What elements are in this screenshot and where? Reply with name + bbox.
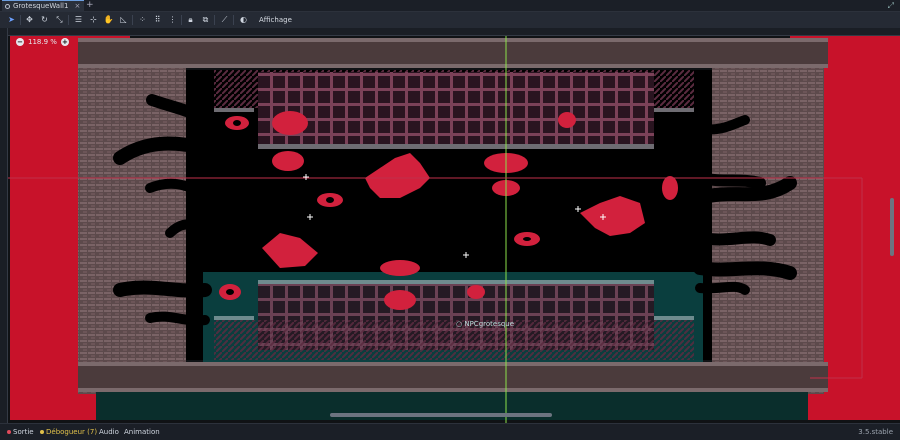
tab-label: GrotesqueWall1 [13, 2, 69, 10]
view-menu[interactable]: Affichage [255, 12, 296, 28]
toolbar-separator [132, 15, 133, 25]
skeleton-icon[interactable]: ⟋ [219, 14, 230, 25]
snap-options-icon[interactable]: ⠿ [152, 14, 163, 25]
camera-override-icon[interactable]: ◐ [238, 14, 249, 25]
rotate-tool-icon[interactable]: ↻ [39, 14, 50, 25]
lock-icon[interactable]: 🔒︎ [185, 14, 196, 25]
scene-canvas [0, 28, 900, 423]
bottom-panel-bar: Sortie Débogueur (7) Audio Animation 3.5… [0, 423, 900, 440]
select-tool-icon[interactable]: ➤ [6, 14, 17, 25]
scene-unsaved-dot-icon [5, 4, 10, 9]
bottom-lintel [78, 362, 828, 392]
toolbar-separator [214, 15, 215, 25]
horizontal-scrollbar[interactable] [330, 413, 552, 417]
top-lintel [78, 38, 828, 68]
right-stone-column [712, 38, 824, 394]
scale-tool-icon[interactable]: ⤡ [54, 14, 65, 25]
error-dot-icon [7, 430, 11, 434]
pivot-icon[interactable]: ⊹ [88, 14, 99, 25]
canvas-viewport[interactable]: − 118.9 % + ○ NPCgrotesque [0, 28, 900, 423]
toolbar-separator [233, 15, 234, 25]
scene-tab-bar: GrotesqueWall1 × + ⤢ [0, 0, 900, 12]
warning-dot-icon [40, 430, 44, 434]
scene-tab-grotesquewall1[interactable]: GrotesqueWall1 × [2, 0, 85, 12]
toolbar-separator [68, 15, 69, 25]
more-options-icon[interactable]: ⋮ [167, 14, 178, 25]
pan-tool-icon[interactable]: ✋ [103, 14, 114, 25]
output-tab-label: Sortie [13, 428, 34, 436]
animation-tab[interactable]: Animation [124, 424, 160, 440]
group-icon[interactable]: ⧉ [200, 14, 211, 25]
zoom-in-button[interactable]: + [60, 38, 69, 46]
zoom-out-button[interactable]: − [16, 38, 24, 46]
ruler-tool-icon[interactable]: ◺ [118, 14, 129, 25]
debugger-tab-label: Débogueur (7) [46, 428, 98, 436]
list-select-icon[interactable]: ☰ [73, 14, 84, 25]
selected-node-name: NPCgrotesque [464, 320, 515, 328]
selected-node-label: ○ NPCgrotesque [456, 320, 515, 328]
engine-version: 3.5.stable [858, 428, 893, 436]
left-stone-column [78, 38, 186, 394]
zoom-level-label[interactable]: 118.9 % [28, 38, 57, 46]
debugger-tab[interactable]: Débogueur (7) [40, 424, 97, 440]
vertical-ruler[interactable] [0, 28, 8, 423]
audio-tab[interactable]: Audio [99, 424, 119, 440]
canvas-toolbar: ➤ ✥ ↻ ⤡ ☰ ⊹ ✋ ◺ ⁘ ⠿ ⋮ 🔒︎ ⧉ ⟋ ◐ [0, 12, 900, 28]
snap-grid-icon[interactable]: ⁘ [137, 14, 148, 25]
toolbar-separator [181, 15, 182, 25]
output-tab[interactable]: Sortie [7, 424, 34, 440]
distraction-free-icon[interactable]: ⤢ [888, 0, 894, 11]
zoom-widget: − 118.9 % + [16, 38, 69, 46]
vertical-scrollbar[interactable] [890, 198, 894, 256]
top-grate [258, 72, 654, 148]
add-tab-button[interactable]: + [86, 0, 94, 11]
bottom-grate-band [214, 320, 694, 360]
move-tool-icon[interactable]: ✥ [24, 14, 35, 25]
toolbar-separator [20, 15, 21, 25]
close-tab-icon[interactable]: × [74, 1, 80, 12]
horizontal-ruler[interactable] [0, 28, 900, 36]
